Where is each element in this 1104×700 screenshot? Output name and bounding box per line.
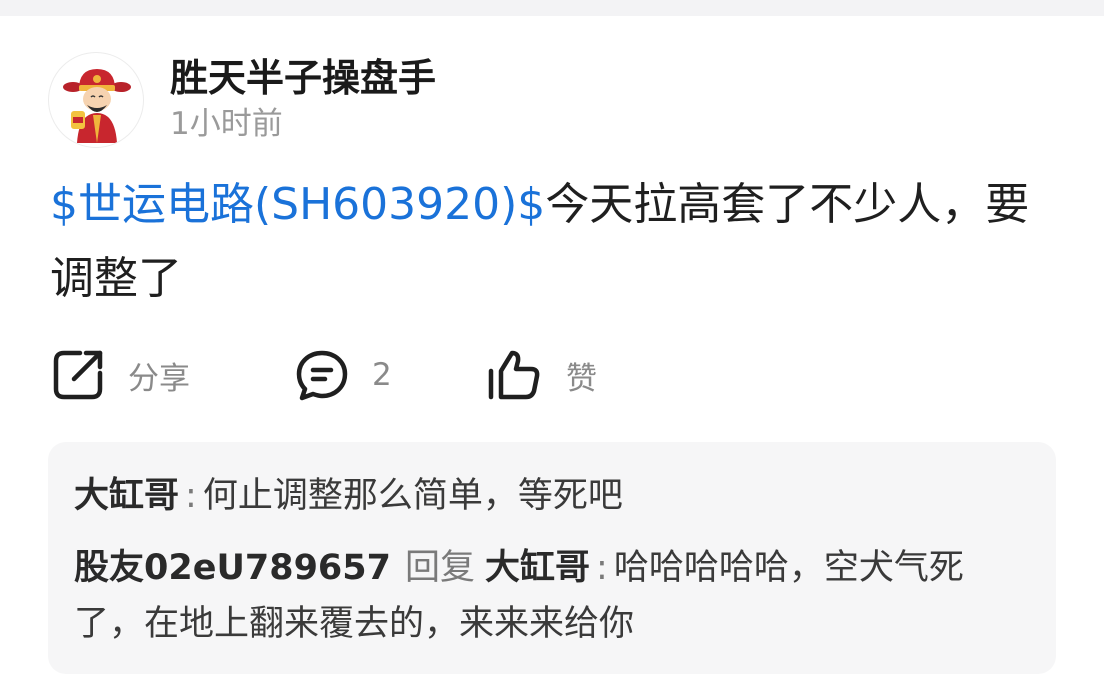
comment-author[interactable]: 股友02eU789657	[74, 548, 391, 588]
avatar[interactable]	[48, 52, 144, 148]
comment-button[interactable]: 2	[294, 346, 392, 404]
share-icon	[53, 350, 103, 400]
status-bar-strip	[0, 0, 1104, 16]
share-button[interactable]: 分享	[50, 346, 190, 404]
reply-to-author[interactable]: 大缸哥	[485, 548, 590, 588]
comment-author[interactable]: 大缸哥	[74, 476, 179, 516]
comment-preview-box[interactable]: 大缸哥: 何止调整那么简单，等死吧 股友02eU789657 回复 大缸哥: 哈哈哈哈哈…	[48, 442, 1056, 674]
fortune-god-avatar-icon	[63, 69, 131, 143]
thumbs-up-icon	[488, 350, 540, 400]
post-time: 1小时前	[170, 106, 283, 142]
stock-tag-link[interactable]: $世运电路(SH603920)$	[50, 179, 545, 230]
comment-separator: :	[185, 476, 197, 516]
like-label: 赞	[566, 360, 597, 397]
share-label: 分享	[128, 360, 190, 397]
post-body: $世运电路(SH603920)$今天拉高套了不少人，要调整了	[50, 168, 1030, 316]
comment-icon	[296, 350, 348, 401]
comment-count: 2	[372, 357, 392, 393]
comment-item[interactable]: 大缸哥: 何止调整那么简单，等死吧	[74, 468, 1024, 524]
comment-separator: :	[596, 548, 608, 588]
reply-label: 回复	[404, 548, 475, 588]
comment-text: 何止调整那么简单，等死吧	[202, 476, 623, 516]
like-button[interactable]: 赞	[486, 346, 597, 404]
author-name[interactable]: 胜天半子操盘手	[170, 56, 436, 100]
comment-item[interactable]: 股友02eU789657 回复 大缸哥: 哈哈哈哈哈，空犬气死了，在地上翻来覆去的，来…	[74, 540, 1024, 652]
